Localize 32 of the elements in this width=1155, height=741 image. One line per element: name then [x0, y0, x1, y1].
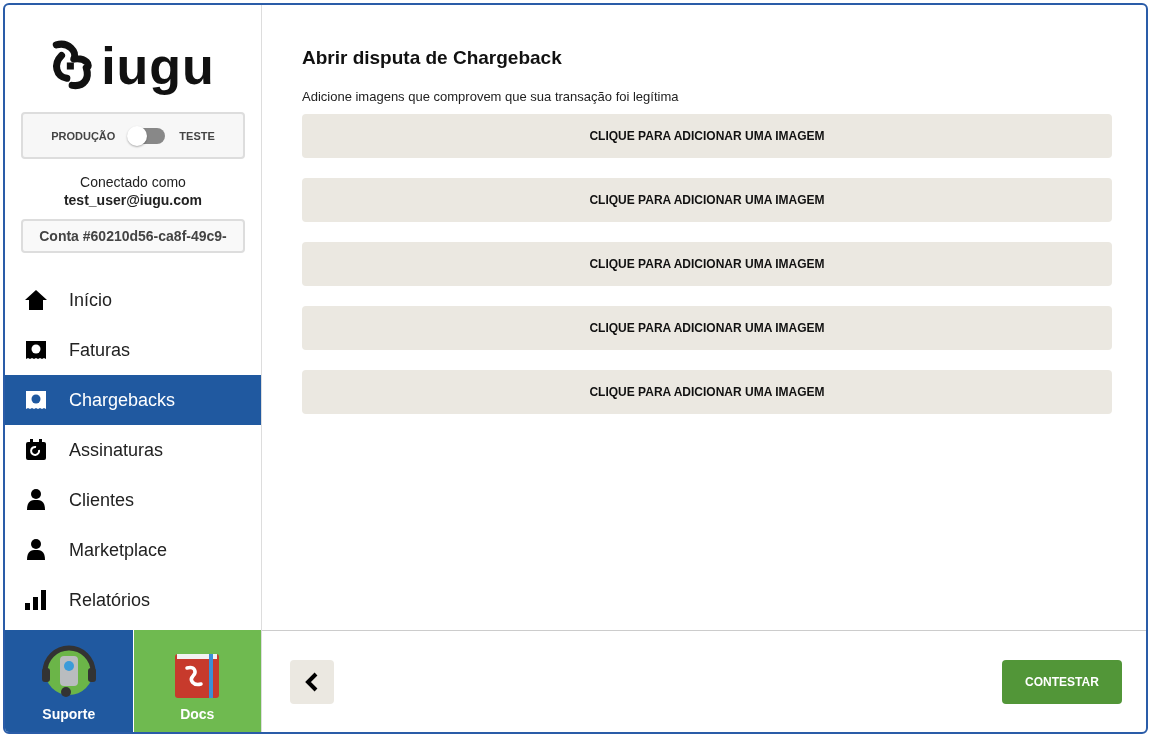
home-icon — [25, 289, 47, 311]
nav-item[interactable]: Relatórios — [5, 575, 261, 625]
add-image-button[interactable]: CLIQUE PARA ADICIONAR UMA IMAGEM — [302, 242, 1112, 286]
page-subtitle: Adicione imagens que comprovem que sua transação foi legítima — [302, 89, 680, 104]
account-selector[interactable]: Conta #60210d56-ca8f-49c9- — [21, 219, 245, 253]
nav-item[interactable]: Assinaturas — [5, 425, 261, 475]
nav-item[interactable]: Marketplace — [5, 525, 261, 575]
page-title: Abrir disputa de Chargeback — [302, 47, 563, 69]
bar-chart-icon — [25, 589, 47, 611]
add-image-button[interactable]: CLIQUE PARA ADICIONAR UMA IMAGEM — [302, 370, 1112, 414]
book-icon — [173, 652, 222, 700]
environment-label: PRODUÇÃO — [51, 129, 116, 142]
add-image-button[interactable]: CLIQUE PARA ADICIONAR UMA IMAGEM — [302, 178, 1112, 222]
support-tile[interactable]: Suporte — [5, 630, 133, 732]
nav-item[interactable]: Chargebacks — [5, 375, 261, 425]
user-email: test_user@iugu.com — [63, 191, 203, 209]
add-image-button[interactable]: CLIQUE PARA ADICIONAR UMA IMAGEM — [302, 306, 1112, 350]
environment-label: TESTE — [179, 129, 215, 142]
invoice-icon — [25, 339, 47, 361]
chevron-left-icon — [305, 671, 319, 692]
person-icon — [25, 489, 47, 511]
back-button[interactable] — [290, 659, 334, 704]
nav-item[interactable]: Início — [5, 275, 261, 325]
calendar-icon — [25, 439, 47, 461]
nav-item[interactable]: Faturas — [5, 325, 261, 375]
add-image-button[interactable]: CLIQUE PARA ADICIONAR UMA IMAGEM — [302, 114, 1112, 158]
nav-item[interactable]: Clientes — [5, 475, 261, 525]
connected-label: Conectado como — [80, 173, 186, 191]
environment-toggle[interactable] — [129, 127, 166, 144]
invoice-icon — [25, 389, 47, 411]
contest-button[interactable]: CONTESTAR — [1002, 659, 1122, 704]
person-icon — [25, 539, 47, 561]
